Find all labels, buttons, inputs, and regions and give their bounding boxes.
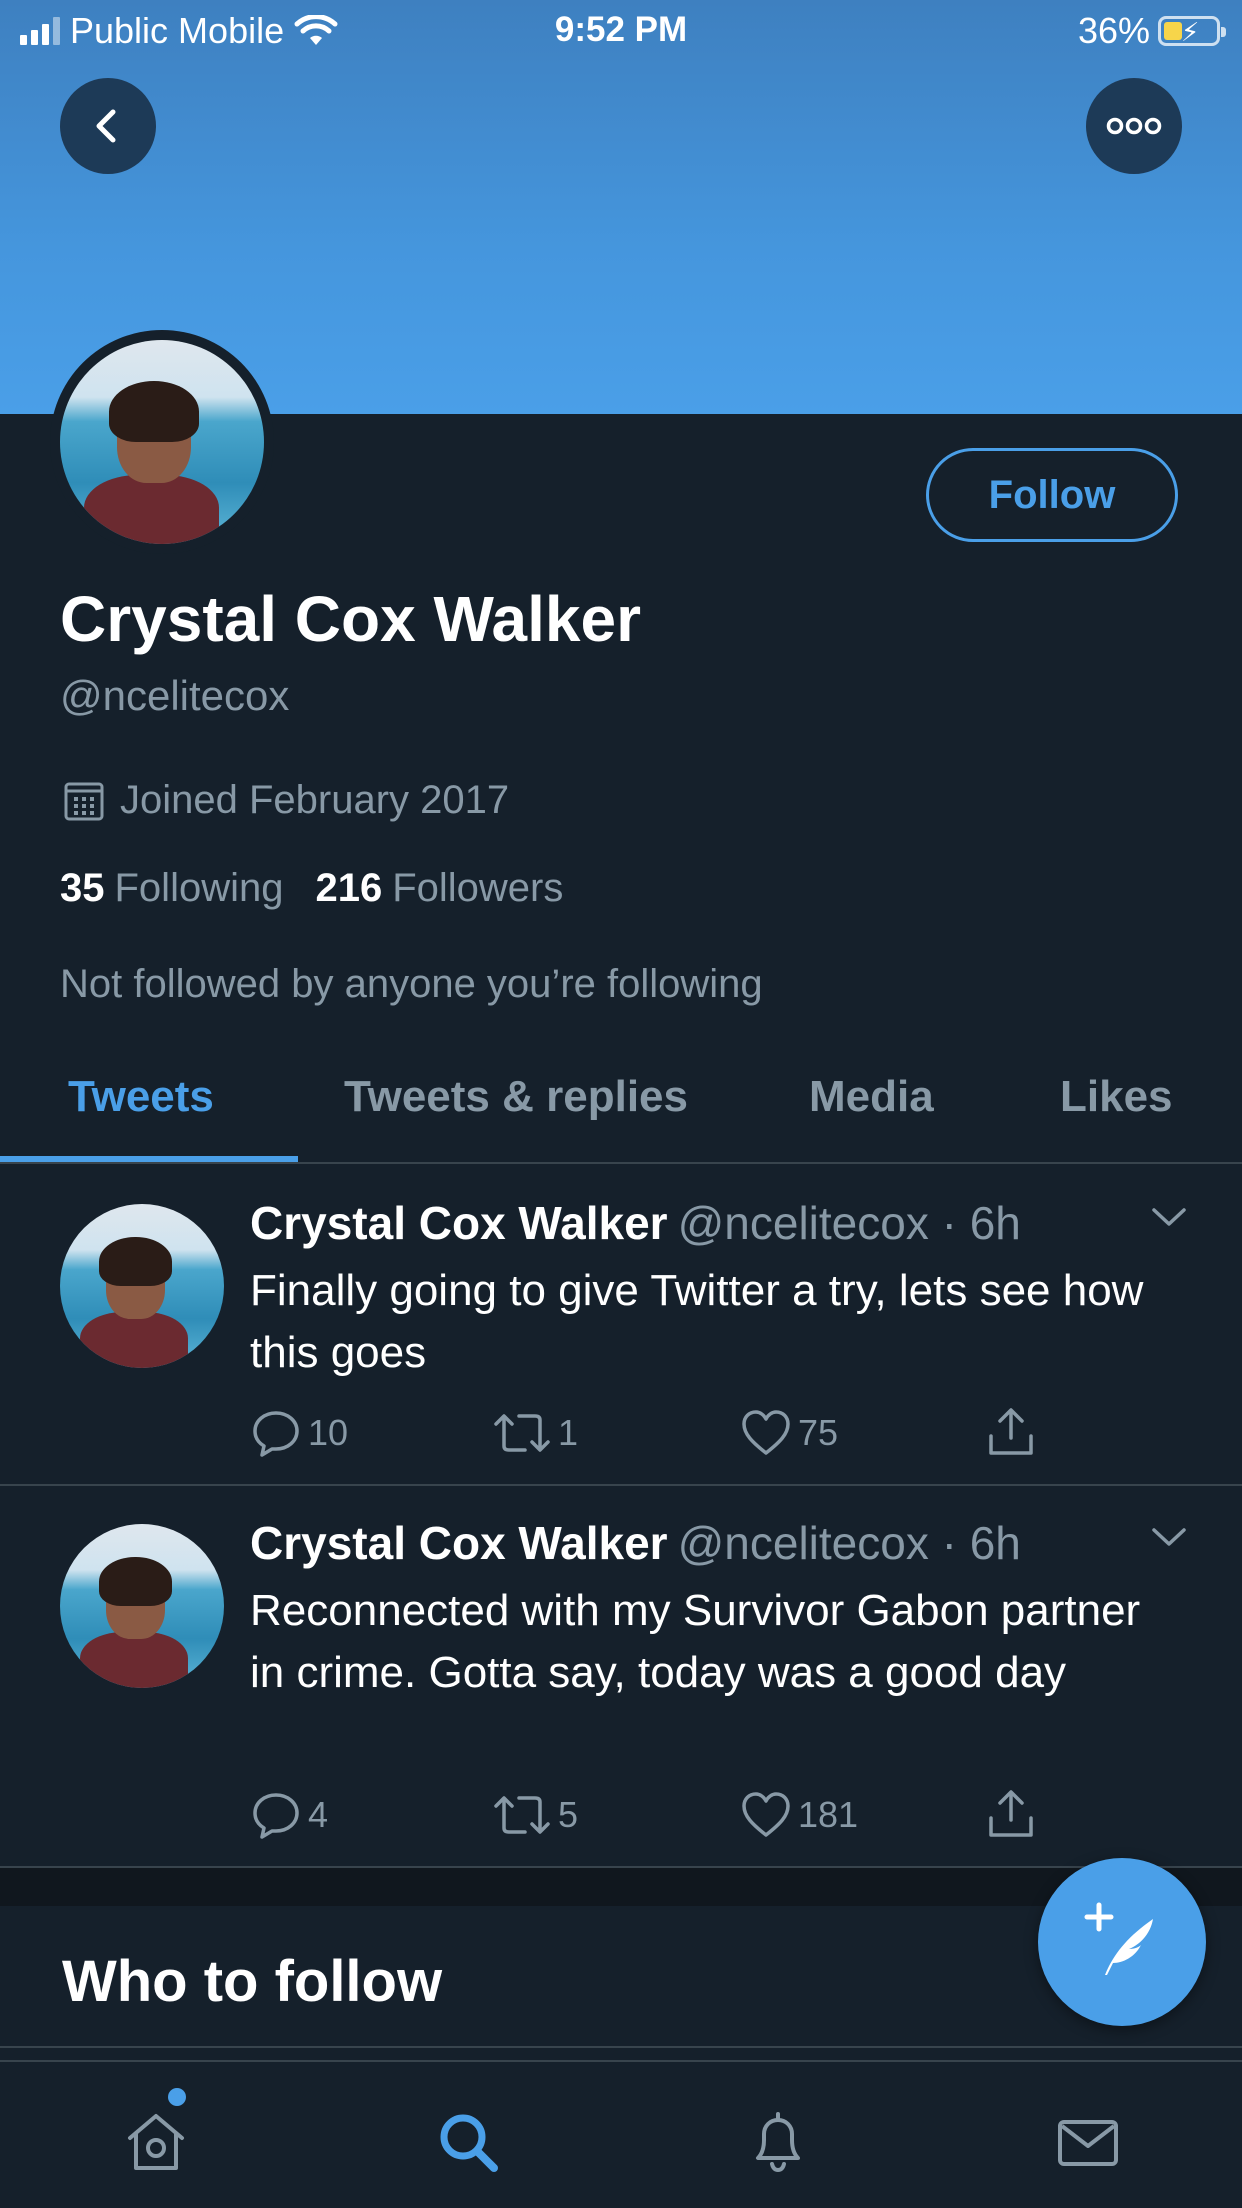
share-action[interactable] xyxy=(986,1788,1036,1840)
joined-date: Joined February 2017 xyxy=(62,778,509,823)
nav-home[interactable] xyxy=(116,2102,196,2182)
status-bar: Public Mobile 9:52 PM 36% ⚡ xyxy=(0,0,1242,62)
retweet-count: 1 xyxy=(558,1412,579,1453)
chevron-left-icon xyxy=(96,109,116,143)
retweet-action[interactable]: 1 xyxy=(492,1408,578,1458)
reply-action[interactable]: 4 xyxy=(250,1790,328,1840)
like-count: 75 xyxy=(798,1412,839,1453)
reply-icon xyxy=(253,1793,299,1839)
nav-search[interactable] xyxy=(428,2102,508,2182)
tweet-item[interactable]: Crystal Cox Walker @ncelitecox · 6h Recon… xyxy=(0,1486,1242,1868)
followers-stat[interactable]: 216 Followers xyxy=(315,866,563,911)
tweet-avatar[interactable] xyxy=(60,1204,224,1368)
nav-messages[interactable] xyxy=(1048,2102,1128,2182)
chevron-down-icon[interactable] xyxy=(1150,1204,1188,1230)
profile-display-name: Crystal Cox Walker xyxy=(60,583,641,655)
followed-by-note: Not followed by anyone you’re following xyxy=(60,962,763,1006)
followers-count: 216 xyxy=(315,866,383,910)
home-icon xyxy=(128,2114,184,2170)
share-action[interactable] xyxy=(986,1406,1036,1458)
joined-label: Joined February 2017 xyxy=(120,778,510,822)
bell-icon xyxy=(756,2112,800,2173)
mail-icon xyxy=(1058,2120,1118,2166)
reply-icon xyxy=(253,1411,299,1457)
followers-label: Followers xyxy=(392,866,564,910)
active-tab-indicator xyxy=(0,1156,298,1162)
following-stat[interactable]: 35 Following xyxy=(60,866,283,911)
like-action[interactable]: 75 xyxy=(740,1408,838,1458)
retweet-icon xyxy=(494,1414,550,1452)
tweet-header: Crystal Cox Walker @ncelitecox · 6h xyxy=(250,1196,1021,1250)
tab-tweets-replies[interactable]: Tweets & replies xyxy=(344,1072,688,1122)
retweet-action[interactable]: 5 xyxy=(492,1790,578,1840)
follow-button[interactable]: Follow xyxy=(926,448,1178,542)
tweet-item[interactable]: Crystal Cox Walker @ncelitecox · 6h Final… xyxy=(0,1166,1242,1486)
follow-stats: 35 Following 216 Followers xyxy=(60,866,563,911)
tweet-avatar[interactable] xyxy=(60,1524,224,1688)
heart-icon xyxy=(742,1410,790,1455)
like-count: 181 xyxy=(798,1794,859,1835)
battery-icon: ⚡ xyxy=(1158,16,1226,47)
tweet-text: Finally going to give Twitter a try, let… xyxy=(250,1266,1144,1377)
reply-action[interactable]: 10 xyxy=(250,1408,348,1458)
chevron-down-icon[interactable] xyxy=(1150,1524,1188,1550)
tweet-header: Crystal Cox Walker @ncelitecox · 6h xyxy=(250,1516,1021,1570)
battery-percent: 36% xyxy=(1077,10,1150,51)
reply-count: 10 xyxy=(308,1412,349,1453)
more-dots-icon xyxy=(1106,117,1162,135)
calendar-icon xyxy=(64,782,104,820)
compose-tweet-button[interactable] xyxy=(1038,1858,1206,2026)
tab-tweets[interactable]: Tweets xyxy=(68,1072,214,1122)
clock: 9:52 PM xyxy=(554,10,688,49)
compose-feather-icon xyxy=(1084,1902,1153,1975)
following-count: 35 xyxy=(60,866,105,910)
tab-media[interactable]: Media xyxy=(809,1072,934,1122)
home-notification-dot xyxy=(168,2088,186,2106)
reply-count: 4 xyxy=(308,1794,329,1835)
tweet-meta: @ncelitecox · 6h xyxy=(677,1197,1021,1249)
search-icon xyxy=(440,2114,498,2172)
following-label: Following xyxy=(114,866,284,910)
profile-tabs: Tweets Tweets & replies Media Likes xyxy=(0,1048,1242,1164)
profile-handle: @ncelitecox xyxy=(60,672,290,719)
nav-notifications[interactable] xyxy=(738,2102,818,2182)
share-icon xyxy=(989,1408,1033,1455)
tweet-author-name: Crystal Cox Walker xyxy=(250,1197,668,1249)
retweet-count: 5 xyxy=(558,1794,579,1835)
who-to-follow-title: Who to follow xyxy=(62,1949,443,2014)
avatar-photo xyxy=(60,340,264,544)
tweet-author-name: Crystal Cox Walker xyxy=(250,1517,668,1569)
more-options-button[interactable] xyxy=(1086,78,1182,174)
like-action[interactable]: 181 xyxy=(740,1790,858,1840)
profile-avatar[interactable] xyxy=(50,330,274,554)
tab-likes[interactable]: Likes xyxy=(1060,1072,1173,1122)
heart-icon xyxy=(742,1792,790,1837)
bottom-tab-bar xyxy=(0,2060,1242,2208)
tweet-text: Reconnected with my Survivor Gabon partn… xyxy=(250,1586,1141,1697)
tweet-meta: @ncelitecox · 6h xyxy=(677,1517,1021,1569)
retweet-icon xyxy=(494,1796,550,1834)
share-icon xyxy=(989,1790,1033,1837)
back-button[interactable] xyxy=(60,78,156,174)
